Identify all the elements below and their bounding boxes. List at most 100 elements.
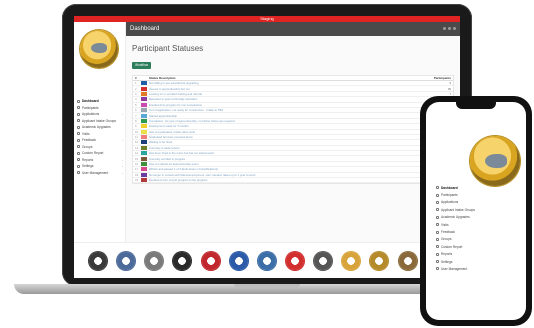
phone-nav-label: Feedback [441, 230, 455, 235]
status-color-swatch [141, 129, 149, 134]
chevron-right-icon: › [122, 138, 123, 143]
status-color-swatch [141, 102, 149, 107]
seal-12-icon [398, 251, 417, 270]
sidebar-item-label: Custom Report [82, 151, 104, 156]
sidebar-item-label: Groups [82, 144, 93, 149]
phone-nav-item-applicant-intake-groups[interactable]: Applicant Intake Groups [436, 206, 516, 213]
status-description-link[interactable]: Enrolled in/to program for non-completio… [149, 103, 411, 107]
status-description-link[interactable]: Not willing to see educational upgrading [149, 81, 411, 85]
phone-nav-item-settings[interactable]: Settings [436, 258, 516, 265]
nav-icon [436, 215, 439, 219]
phone-nav-item-participants[interactable]: Participants [436, 191, 516, 198]
phone-nav-item-visits[interactable]: Visits [436, 221, 516, 228]
swatch-fill [141, 129, 147, 134]
status-description-link[interactable]: Written and passed 1 of 3 (Exits Exam of… [149, 167, 411, 171]
laptop-screen: Staging Dashboard Participants Application… [74, 16, 460, 278]
header-dot-icon[interactable] [453, 27, 456, 30]
user-icon [77, 171, 80, 175]
sidebar-item-label: Visits [82, 131, 90, 136]
swatch-fill [141, 108, 147, 113]
col-participants[interactable]: Participants [411, 76, 451, 80]
header-dot-icon[interactable] [448, 27, 451, 30]
table-row[interactable]: 19 Decided to turn out job program to the… [133, 178, 453, 184]
status-description-link[interactable]: Has been hired to the union but has not … [149, 151, 411, 155]
swatch-fill [141, 91, 147, 96]
status-description-link[interactable]: Started apprenticeship [149, 114, 411, 118]
laptop-notch [234, 284, 300, 288]
header-dot-icon[interactable] [443, 27, 446, 30]
report-icon [77, 151, 80, 155]
partner-logos [74, 242, 460, 278]
status-description-link[interactable]: Looking for or enrolled training and ref… [149, 92, 411, 96]
nav-icon [436, 252, 439, 256]
phone-nav-label: Reports [441, 252, 453, 257]
seal-8-icon [286, 251, 305, 270]
chevron-right-icon: › [122, 112, 123, 117]
status-description-link[interactable]: Out of application, not ready for constr… [149, 108, 411, 112]
status-description-link[interactable]: Currently in trade school [149, 146, 411, 150]
sidebar-item-label: Participants [82, 105, 99, 110]
phone-nav-label: Applications [441, 200, 459, 205]
logo-emblem [485, 154, 507, 168]
status-description-link[interactable]: Reluctant to pass technically education [149, 97, 411, 101]
nav-icon [436, 186, 439, 190]
seal-1-icon [89, 251, 108, 270]
sidebar: Dashboard Participants Applications › Applic… [74, 22, 126, 242]
phone-brand-logo[interactable] [470, 136, 520, 186]
seal-4-icon [173, 251, 192, 270]
phone-nav-item-user-management[interactable]: User Management [436, 265, 516, 272]
swatch-fill [141, 172, 147, 177]
swatch-fill [141, 151, 147, 156]
status-description-link[interactable]: Employment made for 3 months [149, 124, 411, 128]
brand-logo[interactable] [80, 30, 118, 68]
swatch-fill [141, 135, 147, 140]
status-color-swatch [141, 140, 149, 145]
status-description-link[interactable]: No longer in contact with Matrix/employm… [149, 173, 411, 177]
status-description-link[interactable]: Waiting to be hired [149, 140, 411, 144]
chevron-right-icon: › [122, 157, 123, 162]
status-description-link[interactable]: Currently enrolled in program [149, 157, 411, 161]
status-color-swatch [141, 167, 149, 172]
phone-nav-label: Dashboard [441, 185, 458, 190]
nav-icon [436, 245, 439, 249]
phone-nav: Dashboard Participants Applications Applica… [436, 184, 516, 273]
sidebar-item-label: Dashboard [82, 99, 99, 104]
group-icon [77, 145, 80, 149]
phone-nav-item-academic-upgrades[interactable]: Academic Upgrades [436, 214, 516, 221]
sidebar-item-user-management[interactable]: User Management › [77, 170, 125, 177]
swatch-fill [141, 156, 147, 161]
status-color-swatch [141, 151, 149, 156]
phone-nav-item-custom-report[interactable]: Custom Report [436, 243, 516, 250]
phone-nav-item-reports[interactable]: Reports [436, 251, 516, 258]
device-mockup: Staging Dashboard Participants Application… [0, 0, 534, 328]
status-color-swatch [141, 135, 149, 140]
status-description-link[interactable]: Has not graduated, inside video work [149, 130, 411, 134]
status-description-link[interactable]: Graduated but have personal items [149, 135, 411, 139]
phone-nav-item-feedback[interactable]: Feedback [436, 228, 516, 235]
nav-icon [436, 193, 439, 197]
sidebar-item-label: Reports [82, 157, 94, 162]
swatch-fill [141, 86, 147, 91]
window-title: Dashboard [130, 26, 160, 32]
comment-icon [77, 138, 80, 142]
col-number[interactable]: # [135, 76, 141, 80]
status-description-link[interactable]: Decided to turn out job program to the p… [149, 178, 411, 182]
col-description[interactable]: Status Description [149, 76, 411, 80]
status-color-swatch [141, 91, 149, 96]
sidebar-item-label: Applications [82, 112, 100, 117]
nav-icon [436, 237, 439, 241]
phone-nav-item-groups[interactable]: Groups [436, 236, 516, 243]
phone-nav-item-applications[interactable]: Applications [436, 199, 516, 206]
seal-5-icon [201, 251, 220, 270]
swatch-fill [141, 113, 147, 118]
seal-10-icon [342, 251, 361, 270]
phone-nav-item-dashboard[interactable]: Dashboard [436, 184, 516, 191]
swatch-fill [141, 162, 147, 167]
status-description-link[interactable]: Interest in apprenticeship but not [149, 87, 411, 91]
logo-emblem [91, 43, 107, 53]
status-description-link[interactable]: Has not started an apprenticeship exam [149, 162, 411, 166]
status-description-link[interactable]: Completion, 1st year of apprenticeship, … [149, 119, 411, 123]
home-icon [77, 99, 80, 103]
phone-nav-label: Groups [441, 237, 452, 242]
workflow-button[interactable]: Workflow [132, 61, 152, 69]
